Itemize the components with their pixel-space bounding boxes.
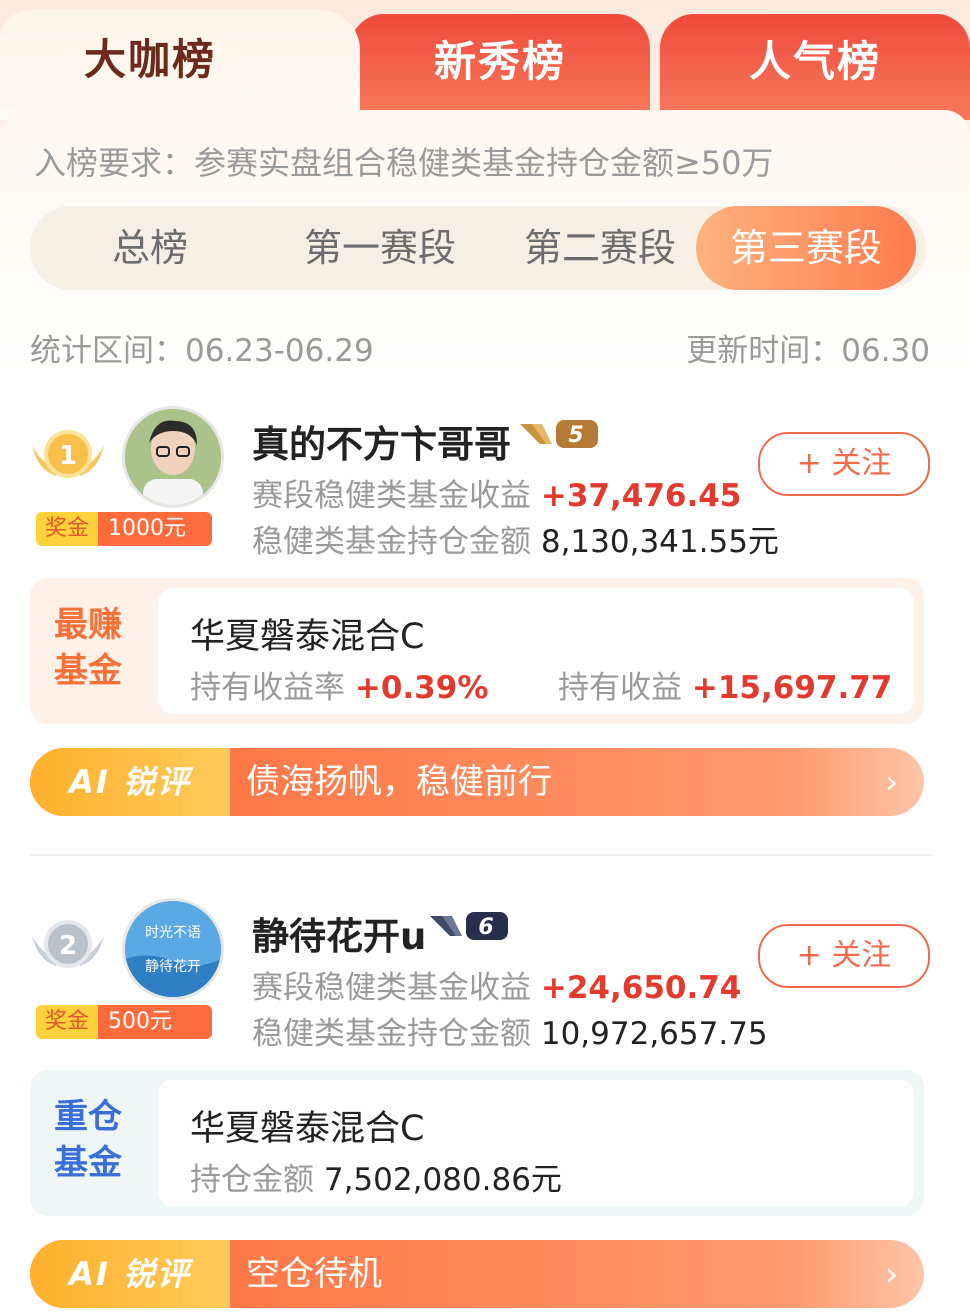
svg-text:2: 2 bbox=[59, 931, 77, 961]
svg-text:5: 5 bbox=[568, 423, 583, 448]
ai-comment-bar[interactable]: AI 锐评 空仓待机 › bbox=[30, 1240, 924, 1308]
stage-3[interactable]: 第三赛段 bbox=[696, 206, 916, 290]
stat-range: 统计区间：06.23-06.29 bbox=[30, 333, 374, 369]
stage-profit-label: 赛段稳健类基金收益 bbox=[252, 478, 531, 514]
chevron-right-icon: › bbox=[885, 1255, 898, 1293]
ai-comment-text: 空仓待机 bbox=[246, 1254, 382, 1294]
fund-tag-line: 最赚 bbox=[54, 605, 122, 645]
user-name[interactable]: 真的不方卞哥哥 bbox=[252, 414, 511, 468]
prize-label: 奖金 bbox=[36, 1005, 98, 1039]
svg-text:静待花开: 静待花开 bbox=[145, 959, 201, 975]
fund-profit-label: 持有收益 bbox=[558, 670, 682, 706]
v-level-badge-icon: 6 bbox=[430, 912, 508, 940]
fund-amount: 持仓金额 7,502,080.86元 bbox=[190, 1154, 562, 1199]
heavy-fund-card[interactable]: 重仓 基金 华夏磐泰混合C 持仓金额 7,502,080.86元 bbox=[30, 1070, 924, 1216]
fund-amount-label: 持仓金额 bbox=[190, 1162, 314, 1198]
prize-badge: 奖金 500元 bbox=[36, 1005, 212, 1039]
prize-value: 500元 bbox=[98, 1005, 212, 1039]
ranking-tabs: 新秀榜 人气榜 大咖榜 bbox=[0, 0, 970, 120]
tab-label: 大咖榜 bbox=[83, 34, 216, 84]
fund-tag: 最赚 基金 bbox=[54, 602, 122, 694]
fund-tag-line: 重仓 bbox=[54, 1097, 122, 1137]
holding-label: 稳健类基金持仓金额 bbox=[252, 1016, 531, 1052]
update-time: 更新时间：06.30 bbox=[686, 333, 930, 369]
chevron-right-icon: › bbox=[885, 763, 898, 801]
fund-tag-line: 基金 bbox=[54, 1143, 122, 1183]
avatar-image bbox=[125, 409, 221, 505]
tab-label: 新秀榜 bbox=[433, 36, 566, 86]
stage-1[interactable]: 第一赛段 bbox=[270, 206, 490, 290]
follow-button[interactable]: + 关注 bbox=[758, 924, 930, 988]
ai-comment-label: AI 锐评 bbox=[30, 1240, 230, 1308]
prize-badge: 奖金 1000元 bbox=[36, 512, 212, 546]
ai-comment-bar[interactable]: AI 锐评 债海扬帆，稳健前行 › bbox=[30, 748, 924, 816]
holding-label: 稳健类基金持仓金额 bbox=[252, 524, 531, 560]
stage-profit-label: 赛段稳健类基金收益 bbox=[252, 970, 531, 1006]
entry-requirement: 入榜要求：参赛实盘组合稳健类基金持仓金额≥50万 bbox=[34, 144, 774, 182]
tab-popular[interactable]: 人气榜 bbox=[660, 14, 970, 120]
holding-value: 10,972,657.75 bbox=[540, 1016, 768, 1052]
prize-label: 奖金 bbox=[36, 512, 98, 546]
v-level-badge-icon: 5 bbox=[520, 420, 598, 448]
silver-medal-icon: 2 bbox=[32, 920, 104, 968]
svg-text:6: 6 bbox=[478, 915, 493, 940]
fund-amount-value: 7,502,080.86元 bbox=[323, 1162, 562, 1198]
stage-profit-value: +37,476.45 bbox=[540, 478, 742, 514]
prize-value: 1000元 bbox=[98, 512, 212, 546]
gold-medal-icon: 1 bbox=[32, 430, 104, 478]
fund-profit-value: +15,697.77 bbox=[691, 670, 893, 706]
top-fund-card[interactable]: 最赚 基金 华夏磐泰混合C 持有收益率 +0.39% 持有收益 +15,697.… bbox=[30, 578, 924, 724]
tab-expert[interactable]: 大咖榜 bbox=[0, 10, 360, 120]
holding-amount: 稳健类基金持仓金额 10,972,657.75 bbox=[252, 1008, 768, 1053]
holding-amount: 稳健类基金持仓金额 8,130,341.55元 bbox=[252, 516, 779, 561]
fund-rate-label: 持有收益率 bbox=[190, 670, 345, 706]
follow-button[interactable]: + 关注 bbox=[758, 432, 930, 496]
divider bbox=[30, 854, 932, 856]
fund-profit: 持有收益 +15,697.77 bbox=[558, 662, 892, 707]
fund-tag-line: 基金 bbox=[54, 651, 122, 691]
stage-selector: 总榜 第一赛段 第二赛段 第三赛段 bbox=[30, 206, 926, 290]
user-name[interactable]: 静待花开u bbox=[252, 906, 426, 960]
stage-2[interactable]: 第二赛段 bbox=[500, 206, 700, 290]
fund-name: 华夏磐泰混合C bbox=[190, 1109, 425, 1149]
stage-profit-value: +24,650.74 bbox=[540, 970, 742, 1006]
tab-label: 人气榜 bbox=[748, 36, 881, 86]
holding-value: 8,130,341.55元 bbox=[540, 524, 779, 560]
avatar[interactable] bbox=[122, 406, 224, 508]
fund-rate-value: +0.39% bbox=[354, 670, 489, 706]
fund-tag: 重仓 基金 bbox=[54, 1094, 122, 1186]
stage-total[interactable]: 总榜 bbox=[30, 206, 270, 290]
stage-profit: 赛段稳健类基金收益 +24,650.74 bbox=[252, 962, 741, 1007]
svg-text:1: 1 bbox=[59, 441, 77, 471]
tab-newcomer[interactable]: 新秀榜 bbox=[350, 14, 650, 120]
ai-comment-label: AI 锐评 bbox=[30, 748, 230, 816]
ai-comment-text: 债海扬帆，稳健前行 bbox=[246, 762, 552, 802]
avatar-image: 时光不语 静待花开 bbox=[125, 901, 221, 997]
fund-name: 华夏磐泰混合C bbox=[190, 617, 425, 657]
fund-rate: 持有收益率 +0.39% bbox=[190, 662, 488, 707]
svg-text:时光不语: 时光不语 bbox=[145, 925, 201, 941]
avatar[interactable]: 时光不语 静待花开 bbox=[122, 898, 224, 1000]
stage-profit: 赛段稳健类基金收益 +37,476.45 bbox=[252, 470, 741, 515]
